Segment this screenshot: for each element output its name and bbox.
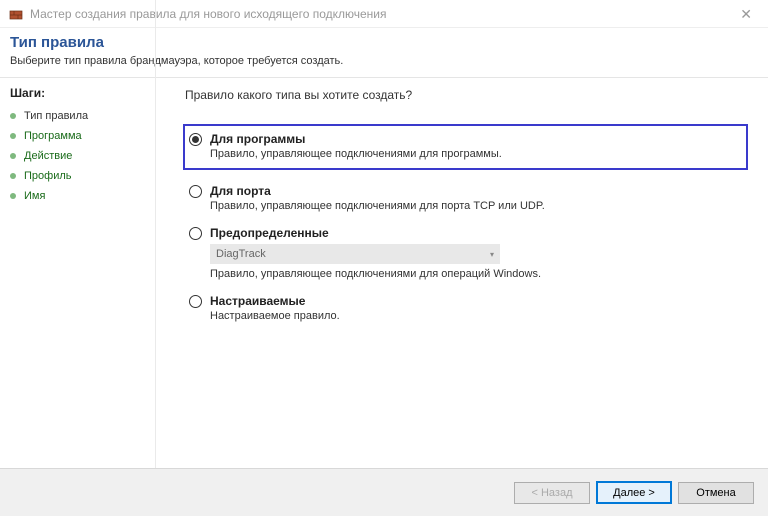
sidebar-item-program[interactable]: Программа — [10, 128, 155, 144]
sidebar: Шаги: Тип правила Программа Действие Про… — [0, 78, 155, 466]
radio-icon[interactable] — [189, 227, 202, 240]
page-subtitle: Выберите тип правила брандмауэра, которо… — [10, 55, 758, 67]
sidebar-heading: Шаги: — [10, 86, 155, 100]
radio-desc: Правило, управляющее подключениями для о… — [210, 268, 748, 280]
step-bullet-icon — [10, 153, 16, 159]
back-button: < Назад — [514, 482, 590, 504]
step-bullet-icon — [10, 113, 16, 119]
radio-desc: Правило, управляющее подключениями для п… — [210, 200, 748, 212]
radio-label: Предопределенные — [210, 226, 748, 240]
radio-icon[interactable] — [189, 295, 202, 308]
sidebar-item-label: Имя — [24, 190, 45, 202]
radio-option-program[interactable]: Для программы Правило, управляющее подкл… — [183, 124, 748, 170]
sidebar-item-name[interactable]: Имя — [10, 188, 155, 204]
sidebar-item-label: Программа — [24, 130, 82, 142]
step-bullet-icon — [10, 193, 16, 199]
main-panel: Правило какого типа вы хотите создать? Д… — [155, 78, 768, 466]
radio-icon[interactable] — [189, 185, 202, 198]
window-title: Мастер создания правила для нового исход… — [30, 7, 387, 21]
radio-label: Настраиваемые — [210, 294, 748, 308]
titlebar: Мастер создания правила для нового исход… — [0, 0, 768, 28]
sidebar-item-label: Тип правила — [24, 110, 88, 122]
footer: < Назад Далее > Отмена — [0, 468, 768, 516]
predefined-dropdown: DiagTrack ▾ — [210, 244, 500, 264]
cancel-button[interactable]: Отмена — [678, 482, 754, 504]
chevron-down-icon: ▾ — [490, 250, 494, 259]
firewall-icon — [8, 6, 24, 22]
radio-option-port[interactable]: Для порта Правило, управляющее подключен… — [185, 184, 748, 212]
sidebar-item-label: Профиль — [24, 170, 72, 182]
step-bullet-icon — [10, 133, 16, 139]
page-title: Тип правила — [10, 34, 758, 51]
sidebar-item-action[interactable]: Действие — [10, 148, 155, 164]
radio-label: Для программы — [210, 132, 740, 146]
radio-desc: Правило, управляющее подключениями для п… — [210, 148, 740, 160]
question-text: Правило какого типа вы хотите создать? — [185, 88, 748, 102]
radio-option-predefined[interactable]: Предопределенные DiagTrack ▾ Правило, уп… — [185, 226, 748, 280]
sidebar-item-label: Действие — [24, 150, 72, 162]
dropdown-value: DiagTrack — [216, 248, 266, 260]
step-bullet-icon — [10, 173, 16, 179]
body: Шаги: Тип правила Программа Действие Про… — [0, 78, 768, 466]
radio-option-custom[interactable]: Настраиваемые Настраиваемое правило. — [185, 294, 748, 322]
sidebar-item-profile[interactable]: Профиль — [10, 168, 155, 184]
header: Тип правила Выберите тип правила брандма… — [0, 28, 768, 78]
radio-desc: Настраиваемое правило. — [210, 310, 748, 322]
close-icon[interactable]: ✕ — [732, 3, 760, 25]
radio-icon[interactable] — [189, 133, 202, 146]
radio-label: Для порта — [210, 184, 748, 198]
next-button[interactable]: Далее > — [596, 481, 672, 504]
sidebar-item-rule-type[interactable]: Тип правила — [10, 108, 155, 124]
